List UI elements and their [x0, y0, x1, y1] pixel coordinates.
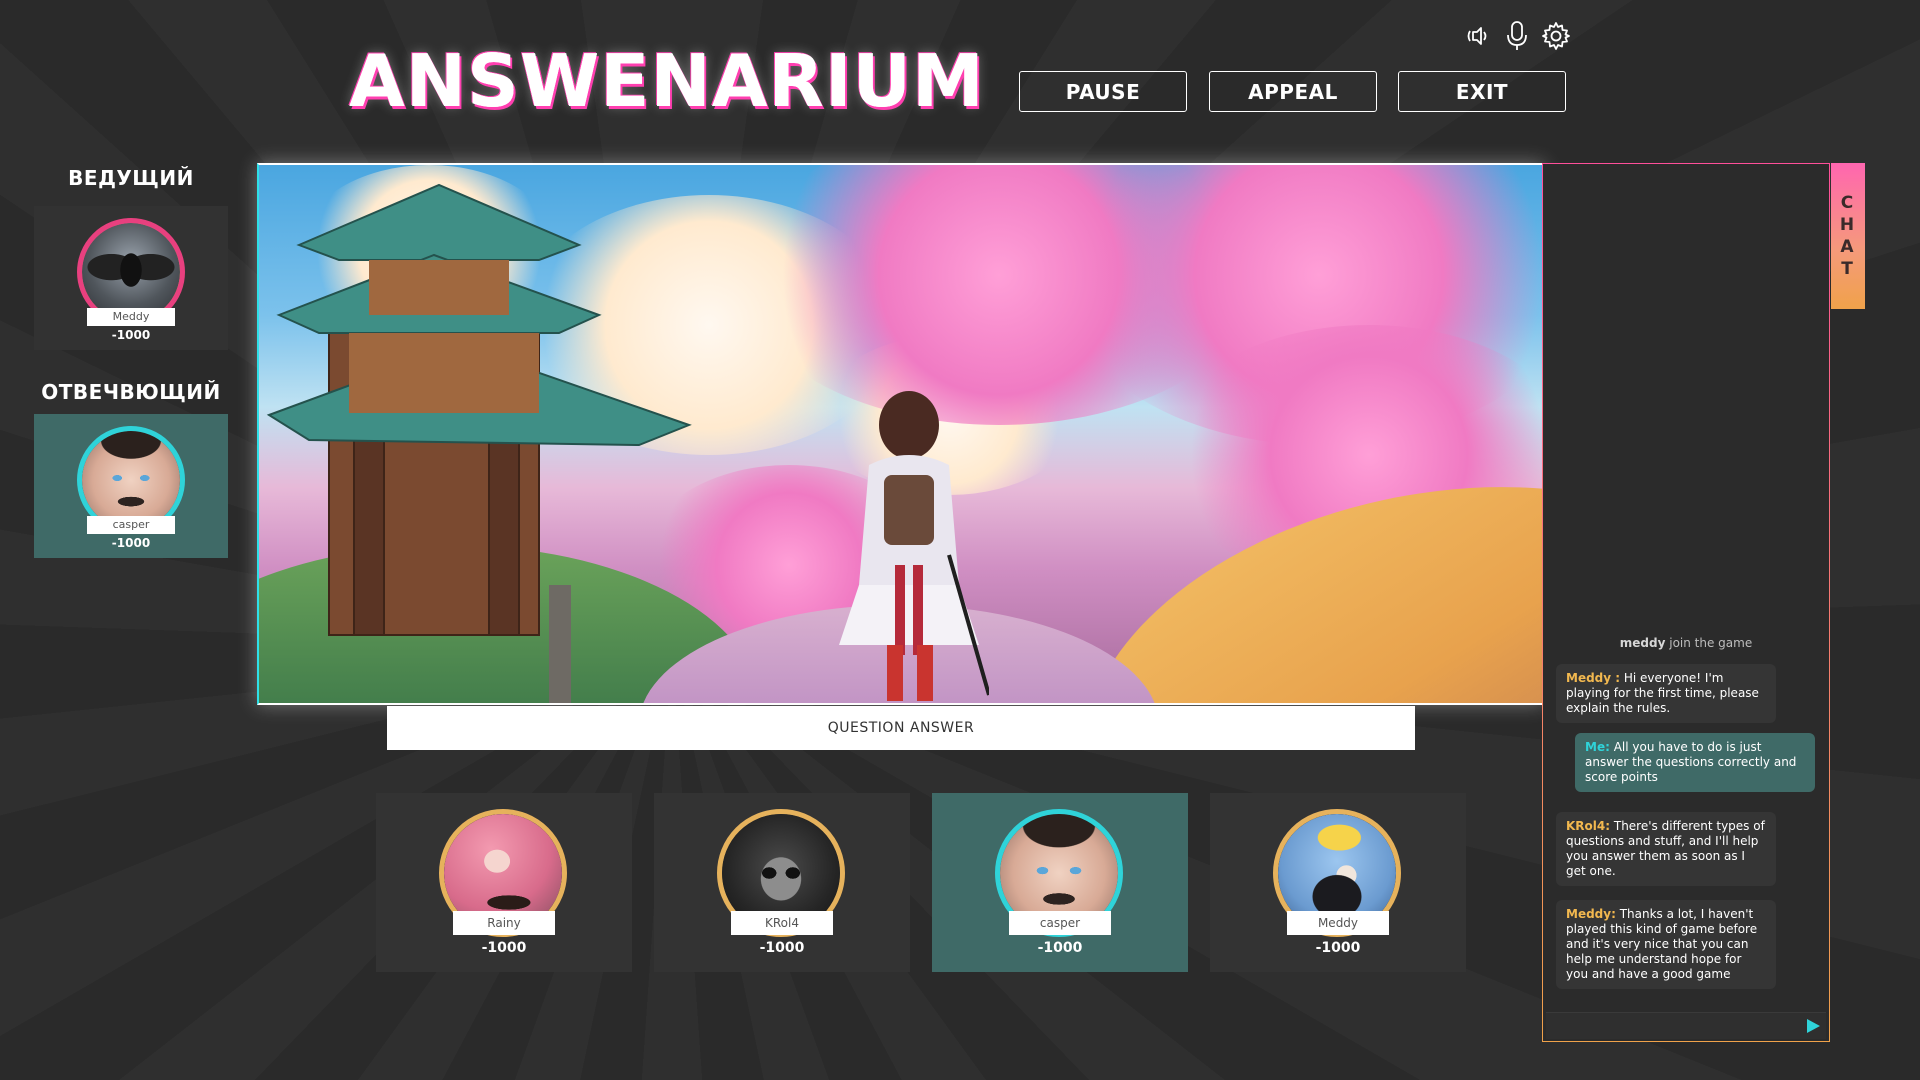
scene-background	[259, 165, 1542, 703]
answerer-avatar-image	[82, 431, 180, 529]
player-card[interactable]: KRol4 -1000	[654, 793, 910, 972]
host-avatar-image	[82, 223, 180, 321]
send-icon[interactable]	[1802, 1016, 1824, 1036]
chat-message: Meddy : Hi everyone! I'm playing for the…	[1556, 664, 1776, 723]
microphone-icon[interactable]	[1501, 20, 1532, 52]
answerer-name: casper	[87, 516, 175, 534]
chat-message: KRol4: There's different types of questi…	[1556, 812, 1776, 886]
chat-input[interactable]	[1546, 1012, 1826, 1039]
pagoda-illustration	[266, 183, 692, 703]
player-name: casper	[1009, 911, 1111, 935]
pause-button[interactable]: PAUSE	[1019, 71, 1187, 112]
top-icon-bar	[1462, 18, 1572, 54]
player-card-active[interactable]: casper -1000	[932, 793, 1188, 972]
chat-message-author: Me:	[1585, 740, 1610, 754]
chat-tab-letter: T	[1841, 259, 1855, 279]
system-message-user: meddy	[1619, 636, 1666, 650]
host-card: Meddy -1000	[34, 206, 228, 350]
appeal-button[interactable]: APPEAL	[1209, 71, 1377, 112]
exit-button[interactable]: EXIT	[1398, 71, 1566, 112]
question-image	[257, 163, 1544, 705]
answerer-card: casper -1000	[34, 414, 228, 558]
player-name: Meddy	[1287, 911, 1389, 935]
chat-message-author: KRol4:	[1566, 819, 1611, 833]
player-score: -1000	[1037, 940, 1083, 956]
character-illustration	[839, 391, 989, 701]
chat-tab-letter: C	[1840, 193, 1856, 213]
player-score: -1000	[759, 940, 805, 956]
system-message-text: join the game	[1665, 636, 1753, 650]
host-score: -1000	[111, 328, 151, 342]
player-score: -1000	[481, 940, 527, 956]
host-name: Meddy	[87, 308, 175, 326]
answerer-score: -1000	[111, 536, 151, 550]
player-score: -1000	[1315, 940, 1361, 956]
chat-tab-letter: A	[1840, 237, 1856, 257]
player-card[interactable]: Rainy -1000	[376, 793, 632, 972]
chat-tab[interactable]: C H A T	[1831, 163, 1865, 309]
player-name: Rainy	[453, 911, 555, 935]
system-message: meddy join the game	[1542, 636, 1830, 650]
host-role-title: ВЕДУЩИЙ	[68, 166, 194, 190]
question-answer-bar[interactable]: QUESTION ANSWER	[387, 706, 1415, 750]
chat-tab-letter: H	[1839, 215, 1857, 235]
volume-icon[interactable]	[1462, 20, 1493, 52]
player-card[interactable]: Meddy -1000	[1210, 793, 1466, 972]
chat-message-author: Meddy :	[1566, 671, 1621, 685]
chat-message-text: All you have to do is just answer the qu…	[1585, 740, 1797, 784]
app-logo: ANSWENARIUM	[349, 39, 985, 123]
gear-icon[interactable]	[1541, 20, 1572, 52]
player-name: KRol4	[731, 911, 833, 935]
chat-message: Meddy: Thanks a lot, I haven't played th…	[1556, 900, 1776, 989]
chat-message-author: Meddy:	[1566, 907, 1616, 921]
answerer-role-title: ОТВЕЧВЮЩИЙ	[41, 380, 221, 404]
chat-message-self: Me: All you have to do is just answer th…	[1575, 733, 1815, 792]
